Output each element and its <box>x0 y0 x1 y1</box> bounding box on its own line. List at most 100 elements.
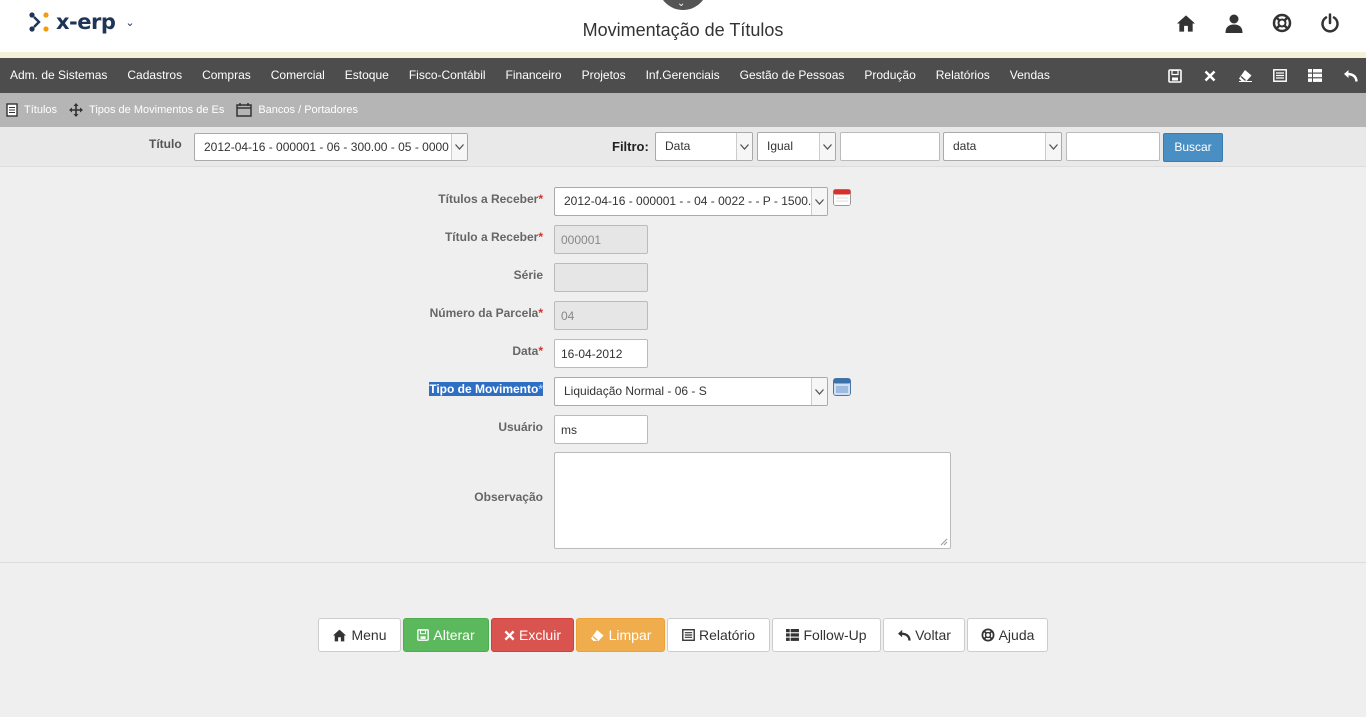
main-menu: Adm. de Sistemas Cadastros Compras Comer… <box>0 58 1366 93</box>
save-icon[interactable] <box>1167 68 1183 84</box>
filter-operator-select[interactable]: Igual <box>757 132 836 161</box>
move-arrows-icon <box>69 103 84 117</box>
undo-icon[interactable] <box>1342 68 1358 84</box>
limpar-button[interactable]: Limpar <box>576 618 665 652</box>
toolbar <box>1167 58 1358 93</box>
titulos-receber-select[interactable]: 2012-04-16 - 000001 - - 04 - 0022 - - P … <box>554 187 828 216</box>
menu-item-compras[interactable]: Compras <box>192 58 261 93</box>
excluir-button[interactable]: Excluir <box>491 618 574 652</box>
serie-input[interactable] <box>554 263 648 292</box>
alterar-button-label: Alterar <box>433 627 475 643</box>
data-input[interactable]: 16-04-2012 <box>554 339 648 368</box>
home-icon[interactable] <box>1176 12 1196 34</box>
help-lifebuoy-icon <box>981 628 995 642</box>
titulo-label: Título <box>149 137 182 151</box>
filter-operator-value: Igual <box>767 139 794 153</box>
titulo-select[interactable]: 2012-04-16 - 000001 - 06 - 300.00 - 05 -… <box>194 133 468 161</box>
search-button[interactable]: Buscar <box>1163 133 1223 162</box>
table-icon <box>786 629 800 641</box>
parcela-label: Número da Parcela* <box>429 306 543 320</box>
undo-icon <box>898 629 911 641</box>
parcela-input[interactable]: 04 <box>554 301 648 330</box>
resize-handle-icon[interactable] <box>939 537 948 546</box>
followup-button-label: Follow-Up <box>803 627 867 643</box>
voltar-button[interactable]: Voltar <box>883 618 965 652</box>
chevron-down-icon <box>811 188 827 215</box>
collapse-header-tab[interactable]: ⌄ <box>658 0 708 10</box>
titulo-receber-input[interactable]: 000001 <box>554 225 648 254</box>
table-icon[interactable] <box>1307 68 1323 84</box>
usuario-label: Usuário <box>498 420 543 434</box>
user-icon[interactable] <box>1224 12 1244 34</box>
observacao-textarea[interactable] <box>554 452 951 549</box>
titulos-receber-label: Títulos a Receber* <box>438 192 543 206</box>
subnav-item-titulos[interactable]: Títulos <box>6 103 57 117</box>
power-icon[interactable] <box>1320 12 1340 34</box>
menu-item-comercial[interactable]: Comercial <box>261 58 335 93</box>
observacao-label: Observação <box>474 490 543 504</box>
tipo-movimento-label: Tipo de Movimento* <box>429 382 543 396</box>
chevron-down-icon: ⌄ <box>677 0 686 9</box>
page-title: Movimentação de Títulos <box>582 20 784 40</box>
alterar-button[interactable]: Alterar <box>403 618 489 652</box>
chevron-down-icon <box>819 133 835 160</box>
data-label: Data* <box>512 344 543 358</box>
sub-navigation: Títulos Tipos de Movimentos de Es Bancos… <box>0 93 1366 127</box>
header-icons <box>1176 12 1340 34</box>
voltar-button-label: Voltar <box>915 627 951 643</box>
filter-bar: Título 2012-04-16 - 000001 - 06 - 300.00… <box>0 127 1366 167</box>
menu-button[interactable]: Menu <box>318 618 401 652</box>
menu-item-relatorios[interactable]: Relatórios <box>926 58 1000 93</box>
menu-item-producao[interactable]: Produção <box>854 58 925 93</box>
filter-type-select[interactable]: data <box>943 132 1062 161</box>
app-header: ⌄ x-erp ⌄ Movimentação de Títulos <box>0 0 1366 52</box>
menu-item-fisco-contabil[interactable]: Fisco-Contábil <box>399 58 496 93</box>
usuario-input[interactable]: ms <box>554 415 648 444</box>
menu-item-financeiro[interactable]: Financeiro <box>496 58 572 93</box>
subnav-label-bancos-portadores: Bancos / Portadores <box>258 104 359 116</box>
close-icon[interactable] <box>1202 68 1218 84</box>
filter-value-input[interactable] <box>840 132 940 161</box>
home-icon <box>333 629 347 641</box>
chevron-down-icon <box>451 134 467 160</box>
ajuda-button[interactable]: Ajuda <box>967 618 1048 652</box>
eraser-icon <box>590 629 604 641</box>
tipo-movimento-value: Liquidação Normal - 06 - S <box>564 384 707 398</box>
chevron-down-icon <box>736 133 752 160</box>
calendar-lookup-icon[interactable] <box>833 188 851 206</box>
subnav-label-tipos-movimentos: Tipos de Movimentos de Es <box>89 104 225 116</box>
chevron-down-icon <box>1045 133 1061 160</box>
titulo-receber-label: Título a Receber* <box>444 230 543 244</box>
eraser-icon[interactable] <box>1237 68 1253 84</box>
menu-item-vendas[interactable]: Vendas <box>1000 58 1060 93</box>
save-icon <box>417 629 430 641</box>
subnav-item-bancos-portadores[interactable]: Bancos / Portadores <box>236 103 358 117</box>
tipo-movimento-select[interactable]: Liquidação Normal - 06 - S <box>554 377 828 406</box>
menu-item-gestao-pessoas[interactable]: Gestão de Pessoas <box>730 58 855 93</box>
relatorio-button[interactable]: Relatório <box>667 618 770 652</box>
lookup-window-icon[interactable] <box>833 378 851 396</box>
titulo-select-value: 2012-04-16 - 000001 - 06 - 300.00 - 05 -… <box>204 140 449 154</box>
filter-value2-input[interactable] <box>1066 132 1160 161</box>
filtro-label: Filtro: <box>612 139 649 154</box>
menu-item-estoque[interactable]: Estoque <box>335 58 399 93</box>
chevron-down-icon <box>811 378 827 405</box>
subnav-label-titulos: Títulos <box>24 104 58 116</box>
menu-button-label: Menu <box>351 627 387 643</box>
titulos-receber-value: 2012-04-16 - 000001 - - 04 - 0022 - - P … <box>564 194 812 208</box>
help-lifebuoy-icon[interactable] <box>1272 12 1292 34</box>
calendar-icon <box>236 103 253 117</box>
excluir-button-label: Excluir <box>518 627 561 643</box>
serie-label: Série <box>513 268 543 282</box>
menu-item-inf-gerenciais[interactable]: Inf.Gerenciais <box>636 58 730 93</box>
subnav-item-tipos-movimentos[interactable]: Tipos de Movimentos de Es <box>69 103 224 117</box>
list-icon[interactable] <box>1272 68 1288 84</box>
menu-item-adm-sistemas[interactable]: Adm. de Sistemas <box>0 58 117 93</box>
ajuda-button-label: Ajuda <box>998 627 1035 643</box>
followup-button[interactable]: Follow-Up <box>772 618 881 652</box>
menu-item-projetos[interactable]: Projetos <box>572 58 636 93</box>
limpar-button-label: Limpar <box>608 627 652 643</box>
filter-field-select[interactable]: Data <box>655 132 753 161</box>
menu-item-cadastros[interactable]: Cadastros <box>117 58 192 93</box>
filter-field-value: Data <box>665 139 691 153</box>
